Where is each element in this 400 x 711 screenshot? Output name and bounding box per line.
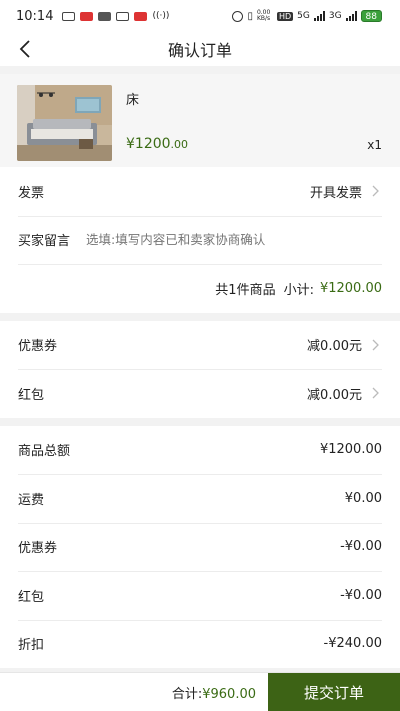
product-price-decimal: .00: [170, 138, 189, 151]
subtotal-row: 共1件商品 小计: ¥1200.00: [0, 264, 400, 313]
status-bar: 10:14 ((·)) ▯ 0.00 KB/s HD 5G 3G 88: [0, 0, 400, 32]
signal-3g-label: 3G: [328, 11, 342, 21]
discount-label: 折扣: [18, 638, 45, 654]
total-row-goods: 商品总额 ¥1200.00: [0, 426, 400, 475]
invoice-value: 开具发票: [309, 185, 362, 201]
battery-icon: 88: [360, 10, 382, 22]
product-quantity: x1: [367, 138, 382, 152]
redpacket-deduction-value: -¥0.00: [340, 587, 382, 603]
total-row-redpacket: 红包 -¥0.00: [0, 571, 400, 620]
message-icon: [62, 11, 76, 21]
grand-total-amount: ¥960.00: [202, 686, 256, 702]
back-button[interactable]: [10, 34, 40, 64]
vibrate-icon: ▯: [247, 10, 253, 22]
signal-5g-label: 5G: [297, 11, 310, 21]
discounts-card: 优惠券 减0.00元 红包 减0.00元: [0, 320, 400, 418]
goods-total-label: 商品总额: [18, 444, 71, 460]
coupon-deduction-label: 优惠券: [18, 541, 58, 557]
goods-total-value: ¥1200.00: [319, 442, 382, 458]
chevron-right-icon: [372, 185, 379, 197]
coupon-deduction-value: -¥0.00: [340, 539, 382, 555]
product-name: 床: [126, 93, 140, 108]
alarm-icon: [232, 10, 244, 22]
subtotal-label: 小计:: [283, 282, 314, 298]
grand-total-label: 合计:: [171, 686, 203, 702]
total-row-discount: 折扣 -¥240.00: [0, 619, 400, 669]
buyer-note-label: 买家留言: [18, 234, 71, 250]
redpacket-deduction-label: 红包: [18, 589, 45, 605]
hd-badge: HD: [276, 11, 294, 21]
redpacket-value: 减0.00元: [307, 387, 362, 403]
product-price: ¥1200.00: [126, 136, 188, 152]
submit-order-button[interactable]: 提交订单: [268, 672, 400, 711]
coupon-label: 优惠券: [18, 339, 58, 355]
buyer-note-input[interactable]: [86, 232, 382, 248]
product-image[interactable]: [17, 85, 112, 161]
coupon-value: 减0.00元: [307, 339, 362, 355]
shipping-label: 运费: [18, 492, 45, 508]
chevron-right-icon: [372, 387, 379, 399]
app-notification-icon: [80, 11, 94, 21]
total-row-coupon: 优惠券 -¥0.00: [0, 522, 400, 572]
redpacket-row[interactable]: 红包 减0.00元: [0, 369, 400, 418]
page-title: 确认订单: [167, 41, 232, 60]
nav-bar: 确认订单: [0, 32, 400, 66]
chevron-left-icon: [19, 40, 30, 58]
network-speed: 0.00 KB/s: [256, 9, 271, 22]
discount-value: -¥240.00: [323, 636, 382, 652]
subtotal-amount: ¥1200.00: [319, 280, 382, 296]
signal-icon: [345, 11, 357, 21]
bottom-bar: 合计:¥960.00 提交订单: [0, 672, 400, 711]
order-info-card: 发票 开具发票 买家留言 共1件商品 小计: ¥1200.00: [0, 167, 400, 313]
gallery-icon: [116, 11, 130, 21]
coupon-row[interactable]: 优惠券 减0.00元: [0, 321, 400, 370]
item-count: 共1件商品: [215, 282, 276, 298]
app-notification-icon: [98, 11, 112, 21]
status-time: 10:14: [16, 8, 54, 24]
invoice-row[interactable]: 发票 开具发票: [0, 167, 400, 216]
product-info: 床 ¥1200.00 x1: [126, 85, 382, 167]
total-row-shipping: 运费 ¥0.00: [0, 474, 400, 523]
nfc-icon: ((·)): [152, 11, 170, 21]
grand-total: 合计:¥960.00: [172, 683, 256, 702]
invoice-label: 发票: [18, 185, 45, 201]
buyer-note-row: 买家留言: [0, 215, 400, 265]
app-notification-icon: [134, 11, 148, 21]
product-price-main: ¥1200: [126, 136, 171, 152]
chevron-right-icon: [372, 339, 379, 351]
redpacket-label: 红包: [18, 387, 45, 403]
totals-card: 商品总额 ¥1200.00 运费 ¥0.00 优惠券 -¥0.00 红包 -¥0…: [0, 425, 400, 669]
shipping-value: ¥0.00: [344, 490, 382, 506]
product-card[interactable]: 床 ¥1200.00 x1: [0, 74, 400, 167]
signal-icon: [313, 11, 325, 21]
